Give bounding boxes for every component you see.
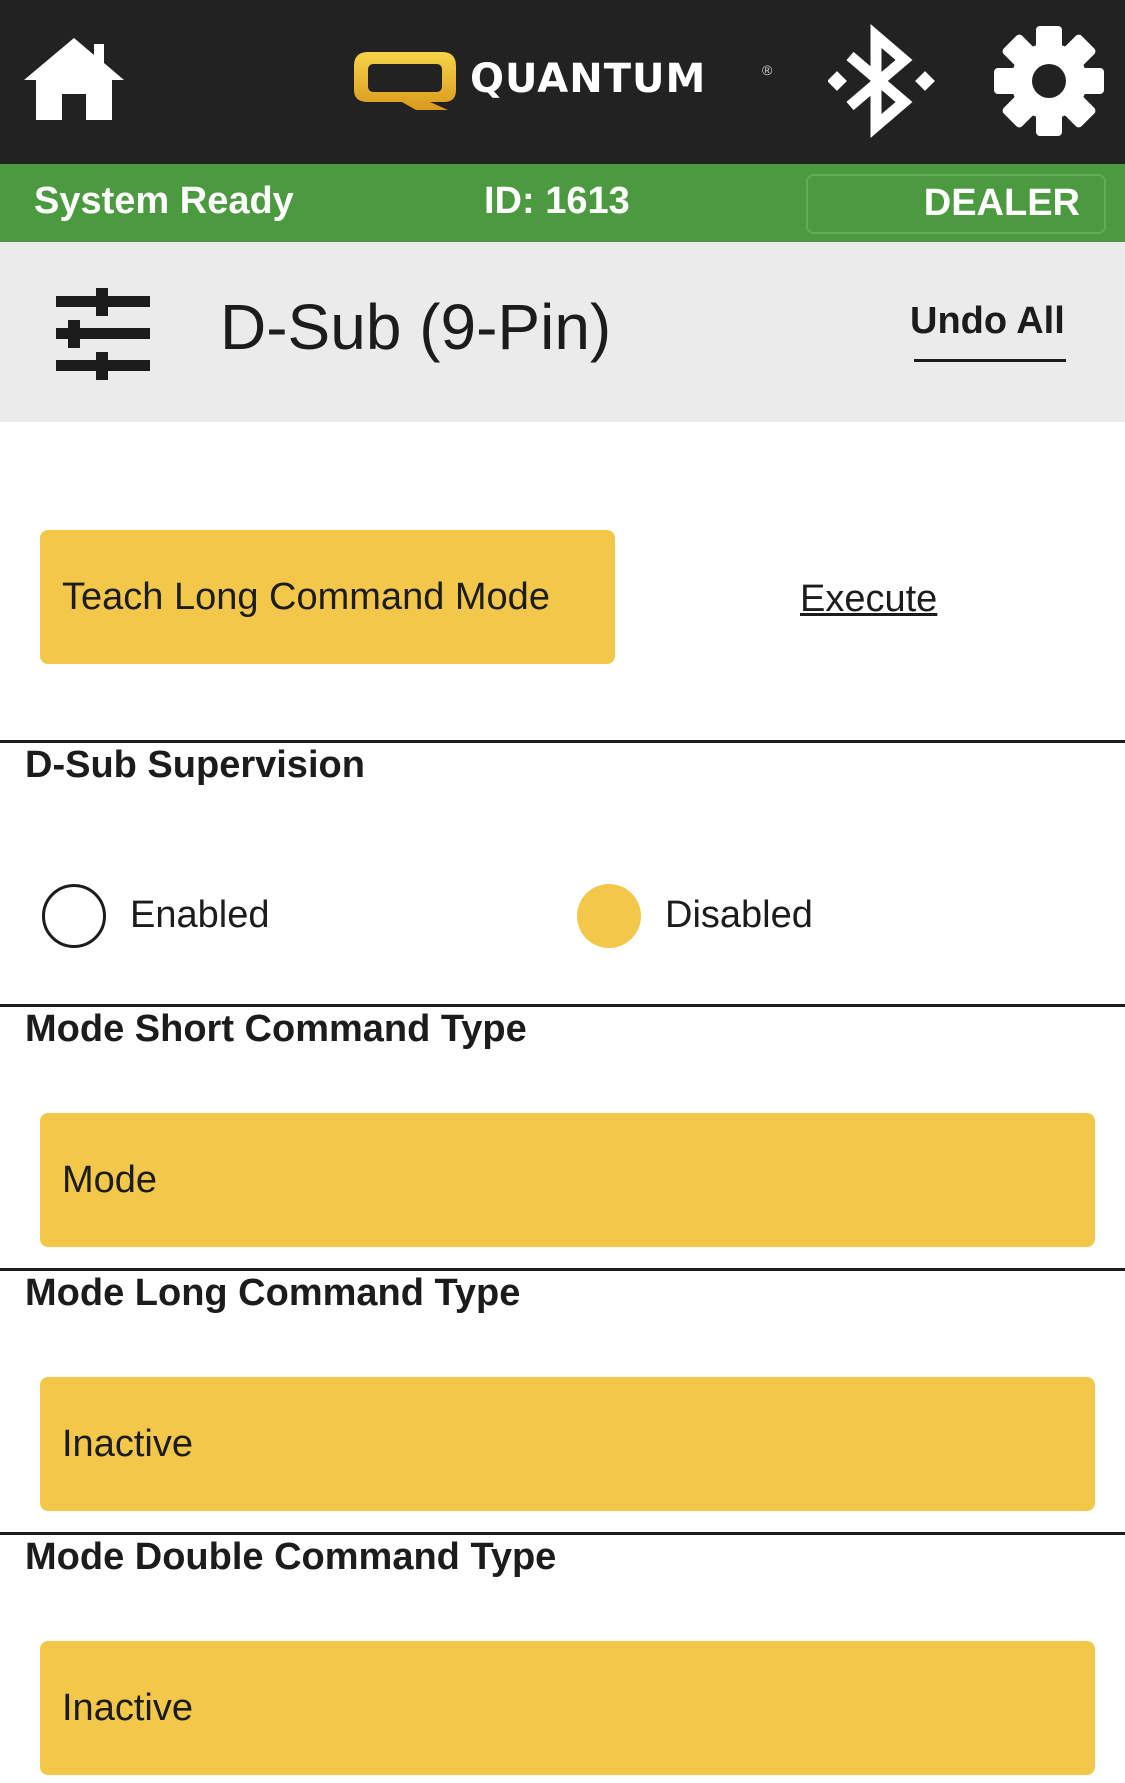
system-status-text: System Ready — [34, 180, 294, 222]
quantum-logo-mark — [354, 52, 456, 110]
long-command-select[interactable]: Inactive — [40, 1377, 1095, 1511]
disabled-radio[interactable] — [577, 884, 641, 948]
undo-all-underline — [914, 359, 1066, 362]
short-command-select[interactable]: Mode — [40, 1113, 1095, 1247]
undo-all-button[interactable]: Undo All — [910, 300, 1065, 343]
bluetooth-icon[interactable] — [828, 22, 936, 140]
double-command-select[interactable]: Inactive — [40, 1641, 1095, 1775]
teach-button-label: Teach Long Command Mode — [62, 575, 550, 618]
section-divider — [0, 1268, 1125, 1271]
status-bar: System Ready ID: 1613 DEALER — [0, 164, 1125, 242]
section-divider — [0, 740, 1125, 743]
sliders-icon — [56, 288, 150, 380]
double-command-value: Inactive — [62, 1686, 193, 1729]
registered-mark: ® — [762, 62, 773, 78]
home-icon[interactable] — [22, 36, 126, 122]
enabled-radio-label[interactable]: Enabled — [130, 894, 269, 937]
quantum-logo-text: QUANTUM — [470, 56, 707, 102]
section-divider — [0, 1004, 1125, 1007]
supervision-label: D-Sub Supervision — [25, 744, 365, 786]
double-command-label: Mode Double Command Type — [25, 1536, 557, 1578]
gear-icon[interactable] — [990, 22, 1108, 140]
page-header: D-Sub (9-Pin) Undo All — [0, 242, 1125, 422]
teach-long-command-mode-button[interactable]: Teach Long Command Mode — [40, 530, 615, 664]
dealer-button[interactable]: DEALER — [806, 174, 1106, 234]
section-divider — [0, 1532, 1125, 1535]
long-command-value: Inactive — [62, 1422, 193, 1465]
device-id: ID: 1613 — [484, 180, 630, 222]
page-title: D-Sub (9-Pin) — [220, 291, 612, 363]
short-command-label: Mode Short Command Type — [25, 1008, 527, 1050]
disabled-radio-label[interactable]: Disabled — [665, 894, 813, 937]
long-command-label: Mode Long Command Type — [25, 1272, 521, 1314]
short-command-value: Mode — [62, 1158, 158, 1201]
execute-link[interactable]: Execute — [800, 578, 937, 621]
enabled-radio[interactable] — [42, 884, 106, 948]
top-bar: QUANTUM ® — [0, 0, 1125, 164]
